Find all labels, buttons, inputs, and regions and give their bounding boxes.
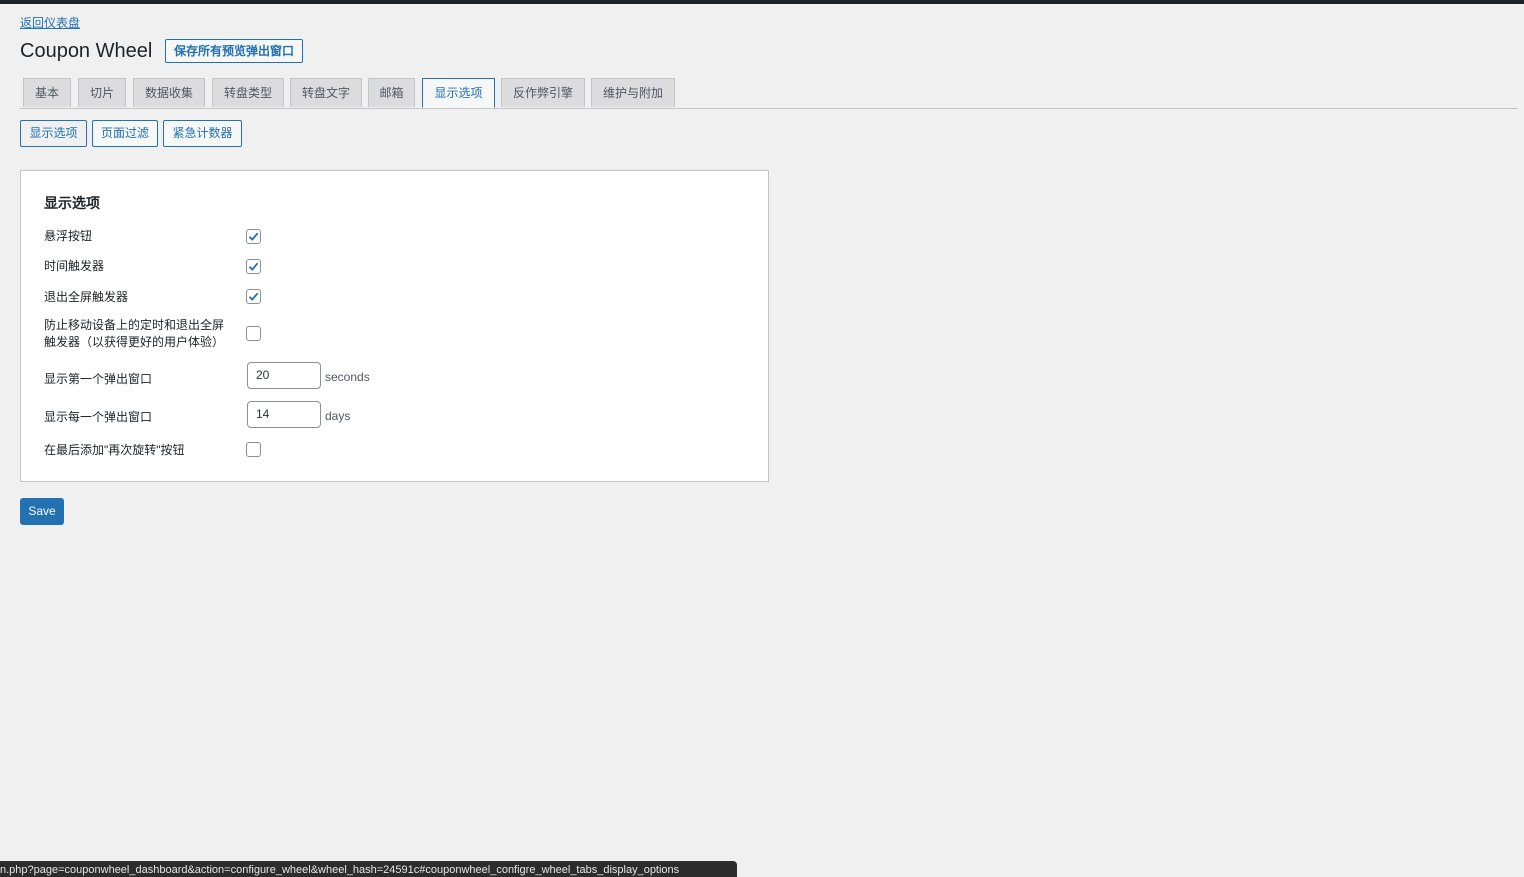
checkmark-icon xyxy=(248,232,259,241)
panel-title: 显示选项 xyxy=(44,195,100,211)
save-button[interactable]: Save xyxy=(20,498,64,525)
display-options-panel: 显示选项 悬浮按钮 时间触发器 退出全屏触发器 防止移动设备上的定时和退出全屏触… xyxy=(20,170,769,482)
tab-maintenance-addons[interactable]: 维护与附加 xyxy=(591,78,675,107)
tab-display-options[interactable]: 显示选项 xyxy=(422,78,495,108)
tab-basic[interactable]: 基本 xyxy=(23,78,71,107)
seconds-unit-label: seconds xyxy=(325,370,370,384)
tab-data-collection[interactable]: 数据收集 xyxy=(133,78,205,107)
prevent-mobile-triggers-checkbox[interactable] xyxy=(246,326,261,341)
every-popup-days-input[interactable]: 14 xyxy=(247,401,321,428)
prevent-mobile-triggers-label: 防止移动设备上的定时和退出全屏触发器（以获得更好的用户体验） xyxy=(44,318,225,349)
exit-fullscreen-trigger-checkbox[interactable] xyxy=(246,289,261,304)
tab-wheel-text[interactable]: 转盘文字 xyxy=(290,78,362,107)
exit-fullscreen-trigger-label: 退出全屏触发器 xyxy=(44,290,129,304)
spin-again-button-label: 在最后添加"再次旋转"按钮 xyxy=(44,443,185,457)
browser-status-url: n.php?page=couponwheel_dashboard&action=… xyxy=(0,861,737,877)
floating-button-label: 悬浮按钮 xyxy=(44,229,93,243)
subtab-urgency-counter[interactable]: 紧急计数器 xyxy=(163,120,242,147)
floating-button-checkbox[interactable] xyxy=(246,229,261,244)
checkmark-icon xyxy=(248,292,259,301)
save-preview-popups-button[interactable]: 保存所有预览弹出窗口 xyxy=(165,39,304,63)
subtab-display-options[interactable]: 显示选项 xyxy=(20,120,87,147)
first-popup-seconds-input[interactable]: 20 xyxy=(247,362,321,389)
admin-top-bar xyxy=(0,0,1524,4)
tab-slices[interactable]: 切片 xyxy=(78,78,126,107)
time-trigger-checkbox[interactable] xyxy=(246,259,261,274)
tab-email[interactable]: 邮箱 xyxy=(368,78,415,107)
time-trigger-label: 时间触发器 xyxy=(44,259,105,273)
checkmark-icon xyxy=(248,262,259,271)
tab-anti-cheat[interactable]: 反作弊引擎 xyxy=(501,78,585,107)
spin-again-button-checkbox[interactable] xyxy=(246,442,261,457)
days-unit-label: days xyxy=(325,409,351,423)
page-title: Coupon Wheel xyxy=(20,40,153,62)
back-to-dashboard-link[interactable]: 返回仪表盘 xyxy=(20,14,80,31)
subtab-page-filter[interactable]: 页面过滤 xyxy=(92,120,158,147)
main-tabs: 基本 切片 数据收集 转盘类型 转盘文字 邮箱 显示选项 反作弊引擎 维护与附加 xyxy=(20,78,1518,109)
first-popup-label: 显示第一个弹出窗口 xyxy=(44,372,153,386)
every-popup-label: 显示每一个弹出窗口 xyxy=(44,410,153,424)
tab-wheel-type[interactable]: 转盘类型 xyxy=(212,78,284,107)
